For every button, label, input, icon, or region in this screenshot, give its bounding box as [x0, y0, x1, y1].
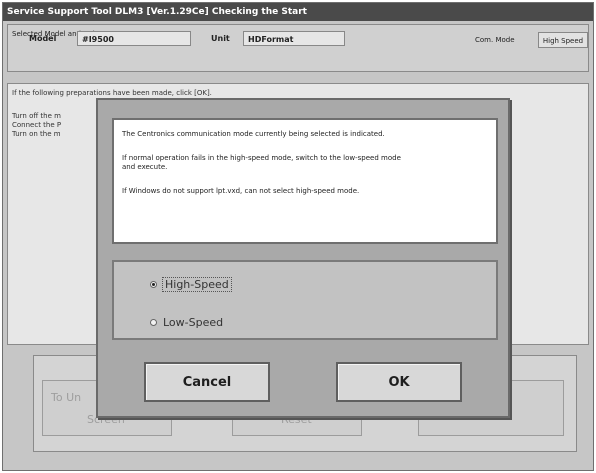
- unit-label: Unit: [211, 34, 230, 43]
- cancel-button[interactable]: Cancel: [144, 362, 270, 402]
- speed-radio-group: High-Speed Low-Speed: [112, 260, 498, 340]
- unit-value: HDFormat: [243, 31, 345, 46]
- radio-unselected-icon: [150, 318, 157, 326]
- dialog-message-line: If normal operation fails in the high-sp…: [122, 154, 401, 162]
- model-label: Model: [29, 34, 57, 43]
- dialog-message-line: and execute.: [122, 163, 168, 171]
- low-speed-radio[interactable]: Low-Speed: [150, 313, 223, 331]
- comm-mode-label: Com. Mode: [475, 36, 515, 44]
- to-unit-button-label: To Un: [51, 391, 82, 404]
- comm-mode-value: High Speed: [538, 32, 588, 48]
- dialog-message-box: The Centronics communication mode curren…: [112, 118, 498, 244]
- instruction-line: Connect the P: [12, 121, 62, 129]
- high-speed-radio[interactable]: High-Speed: [150, 275, 232, 293]
- dialog-message-line: The Centronics communication mode curren…: [122, 130, 385, 138]
- radio-selected-icon: [150, 280, 157, 288]
- window-title: Service Support Tool DLM3 [Ver.1.29Ce] C…: [3, 3, 593, 21]
- instruction-line: Turn off the m: [12, 112, 61, 120]
- instruction-line: Turn on the m: [12, 130, 61, 138]
- comm-mode-dialog: The Centronics communication mode curren…: [96, 98, 510, 418]
- instructions-intro: If the following preparations have been …: [12, 89, 212, 97]
- model-value: #I9500: [77, 31, 191, 46]
- low-speed-label: Low-Speed: [163, 315, 224, 329]
- ok-button[interactable]: OK: [336, 362, 462, 402]
- high-speed-label: High-Speed: [162, 276, 232, 292]
- dialog-message-line: If Windows do not support lpt.vxd, can n…: [122, 187, 360, 195]
